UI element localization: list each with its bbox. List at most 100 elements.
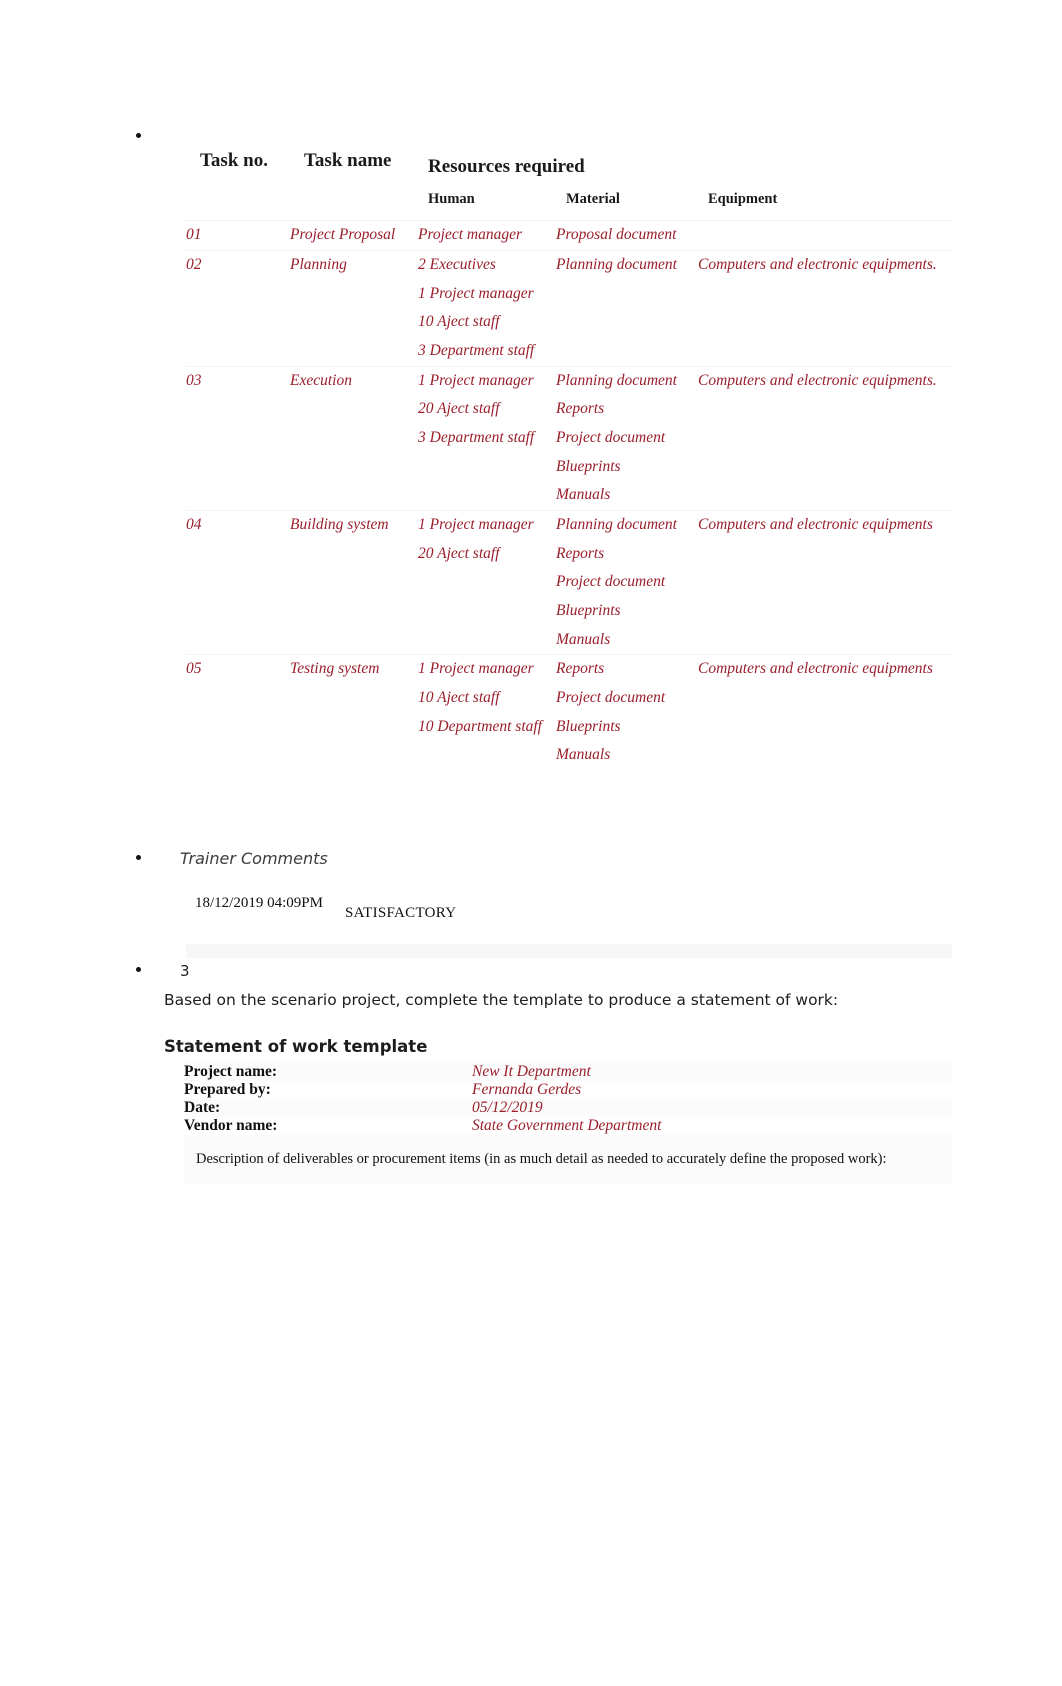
- sow-label-project-name: Project name:: [184, 1063, 278, 1080]
- resource-line: Planning document: [556, 515, 677, 533]
- resource-line: Reports: [556, 660, 605, 678]
- resource-line: 2 Executives: [418, 255, 496, 273]
- resource-line: 1 Project manager: [418, 371, 534, 389]
- cell-task-no: 05: [186, 660, 202, 678]
- trainer-comment-timestamp: 18/12/2019 04:09PM: [195, 895, 323, 911]
- trainer-comment-status: SATISFACTORY: [345, 905, 457, 921]
- bullet-marker-trainer: [136, 855, 141, 860]
- cell-task-name: Planning: [290, 255, 347, 273]
- cell-equipment: Computers and electronic equipments: [698, 655, 952, 770]
- cell-human: 2 Executives 1 Project manager 10 Aject …: [418, 250, 556, 366]
- sow-value-prepared-by[interactable]: Fernanda Gerdes: [472, 1081, 952, 1099]
- sow-description-text: Description of deliverables or procureme…: [196, 1151, 887, 1167]
- resource-line: Project document: [556, 428, 666, 446]
- header-label-task-no: Task no.: [200, 150, 268, 171]
- cell-task-name: Building system: [290, 515, 389, 533]
- resource-line: Planning document: [556, 255, 677, 273]
- sow-value-project-name[interactable]: New It Department: [472, 1063, 952, 1081]
- cell-human: 1 Project manager 20 Aject staff 3 Depar…: [418, 366, 556, 510]
- cell-human: 1 Project manager 20 Aject staff: [418, 510, 556, 654]
- resource-line: 10 Department staff: [418, 717, 542, 735]
- resource-line: Project manager: [418, 226, 523, 244]
- cell-material: Reports Project document Blueprints Manu…: [556, 655, 698, 770]
- table-row: 05 Testing system 1 Project manager 10 A…: [186, 654, 953, 770]
- sow-row-prepared-by: Prepared by: Fernanda Gerdes: [184, 1081, 952, 1099]
- resource-line: Planning document: [556, 371, 677, 389]
- sow-row-project-name: Project name: New It Department: [184, 1063, 952, 1081]
- resource-line: Manuals: [556, 746, 611, 764]
- sow-label-prepared-by: Prepared by:: [184, 1081, 271, 1098]
- cell-task-no: 03: [186, 371, 202, 389]
- trainer-comments-label: Trainer Comments: [180, 849, 328, 868]
- sow-value-vendor-name[interactable]: State Government Department: [472, 1117, 952, 1135]
- resource-line: Project document: [556, 573, 666, 591]
- header-cell-material: Material: [556, 183, 698, 221]
- cell-equipment: [698, 221, 952, 251]
- cell-equipment: Computers and electronic equipments.: [698, 250, 952, 366]
- sow-label-vendor-name: Vendor name:: [184, 1117, 278, 1134]
- cell-equipment: Computers and electronic equipments: [698, 510, 952, 654]
- cell-task-name: Project Proposal: [290, 226, 396, 244]
- resource-line: Blueprints: [556, 457, 621, 475]
- cell-task-name: Execution: [290, 371, 352, 389]
- resource-line: 3 Department staff: [418, 428, 535, 446]
- table-row: 03 Execution 1 Project manager 20 Aject …: [186, 366, 953, 511]
- page-title: Statement of work template: [164, 1037, 428, 1056]
- bullet-marker-question: [136, 967, 141, 972]
- resource-line: Project document: [556, 688, 666, 706]
- resource-line: 1 Project manager: [418, 284, 534, 302]
- resource-line: 20 Aject staff: [418, 544, 500, 562]
- bullet-marker-table: [136, 133, 141, 138]
- resource-line: 1 Project manager: [418, 515, 534, 533]
- resource-line: Computers and electronic equipments: [698, 515, 933, 533]
- sow-row-vendor-name: Vendor name: State Government Department: [184, 1117, 952, 1135]
- sow-row-date: Date: 05/12/2019: [184, 1099, 952, 1117]
- header-cell-human: Human: [418, 183, 556, 221]
- table-row: 01 Project Proposal Project manager Prop…: [186, 220, 953, 251]
- resource-line: Computers and electronic equipments: [698, 660, 933, 678]
- sow-value-date[interactable]: 05/12/2019: [472, 1099, 952, 1117]
- header-cell-resources-required: Resources required: [418, 142, 952, 183]
- header-cell-task-no: Task no.: [186, 142, 290, 221]
- cell-material: Planning document Reports Project docume…: [556, 366, 698, 510]
- resource-line: Computers and electronic equipments.: [698, 371, 937, 389]
- table-header-row-top: Task no. Task name Resources required: [186, 142, 952, 183]
- resource-line: 1 Project manager: [418, 660, 534, 678]
- cell-material: Proposal document: [556, 221, 698, 251]
- question-text: Based on the scenario project, complete …: [164, 991, 839, 1009]
- cell-task-name: Testing system: [290, 660, 380, 678]
- resource-line: Reports: [556, 400, 605, 418]
- table-row: 02 Planning 2 Executives 1 Project manag…: [186, 250, 953, 367]
- header-label-human: Human: [428, 190, 475, 207]
- header-label-task-name: Task name: [304, 150, 392, 171]
- resource-line: 20 Aject staff: [418, 400, 500, 418]
- section-divider-band: [186, 944, 952, 958]
- resource-line: Blueprints: [556, 717, 621, 735]
- cell-task-no: 02: [186, 255, 202, 273]
- resource-line: Manuals: [556, 486, 611, 504]
- resource-line: 3 Department staff: [418, 341, 535, 359]
- resource-line: Manuals: [556, 630, 611, 648]
- resource-line: Blueprints: [556, 601, 621, 619]
- resource-line: 10 Aject staff: [418, 688, 500, 706]
- cell-task-no: 01: [186, 226, 202, 244]
- cell-material: Planning document Reports Project docume…: [556, 510, 698, 654]
- resource-line: Reports: [556, 544, 605, 562]
- sow-row-description: Description of deliverables or procureme…: [184, 1135, 952, 1184]
- document-page: Task no. Task name Resources required Hu…: [0, 0, 1062, 1686]
- question-number: 3: [180, 962, 190, 980]
- cell-material: Planning document: [556, 250, 698, 366]
- header-label-resources-required: Resources required: [428, 156, 585, 177]
- resources-required-table: Task no. Task name Resources required Hu…: [186, 142, 953, 770]
- resource-line: Computers and electronic equipments.: [698, 255, 937, 273]
- header-label-equipment: Equipment: [708, 190, 778, 207]
- header-cell-task-name: Task name: [290, 142, 418, 221]
- resource-line: 10 Aject staff: [418, 313, 500, 331]
- sow-label-date: Date:: [184, 1099, 221, 1116]
- header-cell-equipment: Equipment: [698, 183, 952, 221]
- table-row: 04 Building system 1 Project manager 20 …: [186, 510, 953, 655]
- resource-line: Proposal document: [556, 226, 677, 244]
- cell-human: 1 Project manager 10 Aject staff 10 Depa…: [418, 655, 556, 770]
- cell-equipment: Computers and electronic equipments.: [698, 366, 952, 510]
- header-label-material: Material: [566, 190, 620, 207]
